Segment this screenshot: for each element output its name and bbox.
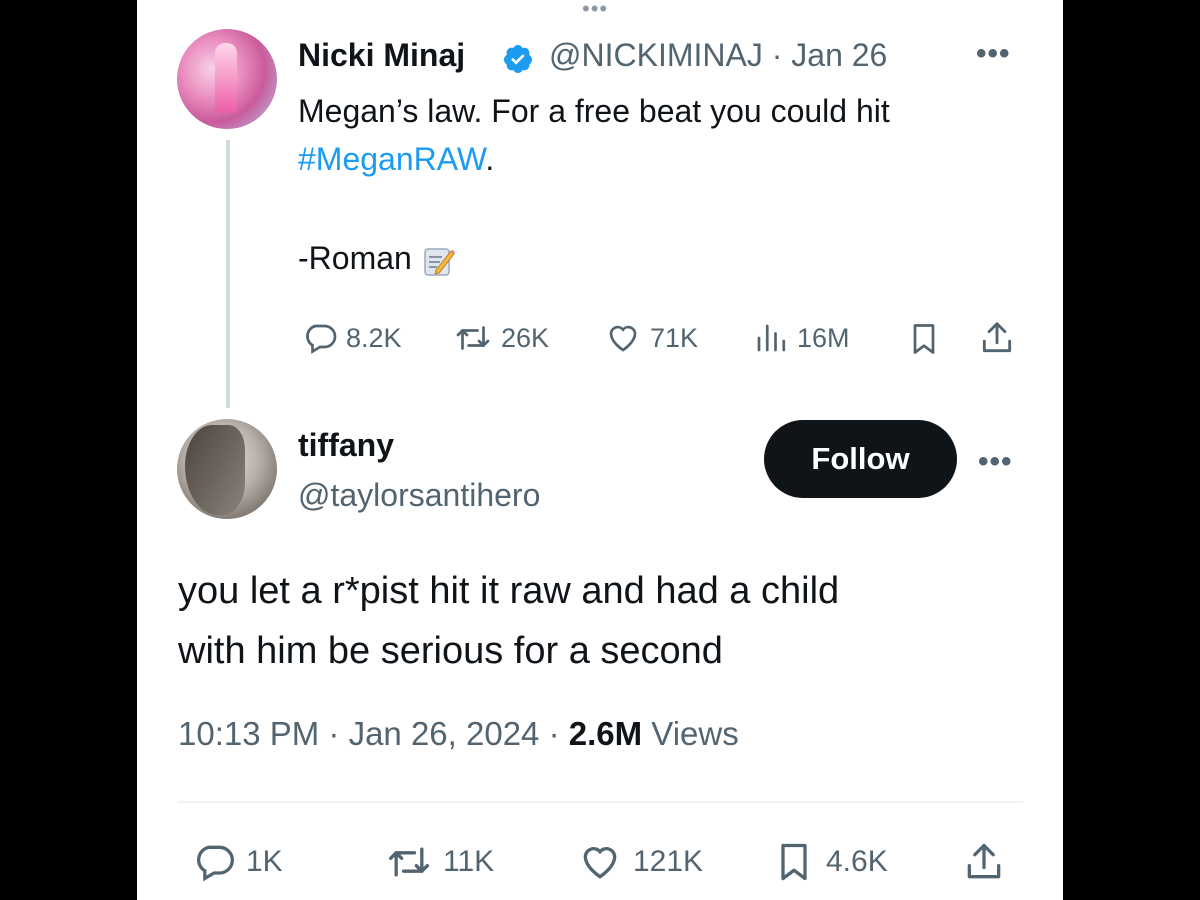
more-options-icon[interactable]: ••• xyxy=(976,37,1011,71)
divider xyxy=(178,801,1023,803)
hashtag-link[interactable]: #MeganRAW xyxy=(298,141,485,177)
reply-count-main: 1K xyxy=(246,845,283,878)
like-count-main: 121K xyxy=(633,845,704,878)
reply-handle[interactable]: @taylorsantihero xyxy=(298,477,540,514)
tweet-signature: -Roman xyxy=(298,235,456,281)
reply-count: 8.2K xyxy=(346,322,402,353)
tweet-meta: 10:13 PM · Jan 26, 2024 · 2.6M Views xyxy=(178,715,739,753)
views-button[interactable]: 16M xyxy=(753,320,850,356)
like-icon xyxy=(609,325,637,352)
reply-body: you let a r*pist hit it raw and had a ch… xyxy=(178,561,839,681)
reply-text-line2: with him be serious for a second xyxy=(178,630,723,672)
views-count: 16M xyxy=(797,322,850,353)
avatar-nicki-minaj[interactable] xyxy=(177,29,277,129)
handle-and-date[interactable]: @NICKIMINAJ · Jan 26 xyxy=(549,37,887,74)
thread-line xyxy=(226,140,230,408)
share-button-main[interactable] xyxy=(962,838,1006,886)
share-button[interactable] xyxy=(978,318,1016,358)
top-more-indicator: ••• xyxy=(582,0,609,21)
author-name[interactable]: Nicki Minaj xyxy=(298,37,465,74)
share-icon xyxy=(967,843,1001,879)
reply-text-line1: you let a r*pist hit it raw and had a ch… xyxy=(178,570,840,612)
share-icon xyxy=(982,322,1012,353)
retweet-icon xyxy=(456,326,490,350)
like-count: 71K xyxy=(650,322,699,353)
like-icon xyxy=(583,847,617,879)
retweet-button-main[interactable]: 11K xyxy=(385,840,494,884)
bookmark-button-main[interactable]: 4.6K xyxy=(772,838,888,886)
retweet-count: 26K xyxy=(501,322,550,353)
retweet-count-main: 11K xyxy=(443,845,495,878)
tweet-text-punctuation: . xyxy=(485,141,495,177)
like-button[interactable]: 71K xyxy=(604,320,698,356)
views-label: Views xyxy=(642,715,739,752)
bookmark-icon xyxy=(913,324,935,354)
retweet-button[interactable]: 26K xyxy=(453,320,549,356)
bookmark-icon xyxy=(781,843,807,881)
reply-author-name[interactable]: tiffany xyxy=(298,427,394,464)
avatar-tiffany[interactable] xyxy=(177,419,277,519)
reply-button-main[interactable]: 1K xyxy=(192,840,283,884)
signature-text: -Roman xyxy=(298,240,412,276)
views-total: 2.6M xyxy=(568,715,643,752)
tweet-text-line1: Megan’s law. For a free beat you could h… xyxy=(298,93,890,129)
bookmark-button[interactable] xyxy=(906,320,942,358)
views-icon xyxy=(757,324,786,352)
follow-button[interactable]: Follow xyxy=(764,420,957,498)
reply-button[interactable]: 8.2K xyxy=(302,320,402,356)
bookmark-count-main: 4.6K xyxy=(826,845,888,878)
retweet-icon xyxy=(389,847,429,877)
reply-icon xyxy=(306,324,337,354)
memo-emoji xyxy=(424,247,455,276)
reply-more-options-icon[interactable]: ••• xyxy=(978,445,1013,479)
like-button-main[interactable]: 121K xyxy=(577,840,703,884)
tweet-text-line2: #MeganRAW. xyxy=(298,136,494,182)
reply-icon xyxy=(197,845,234,882)
verified-badge-icon xyxy=(503,45,532,73)
timestamp[interactable]: 10:13 PM · Jan 26, 2024 · xyxy=(178,715,569,752)
